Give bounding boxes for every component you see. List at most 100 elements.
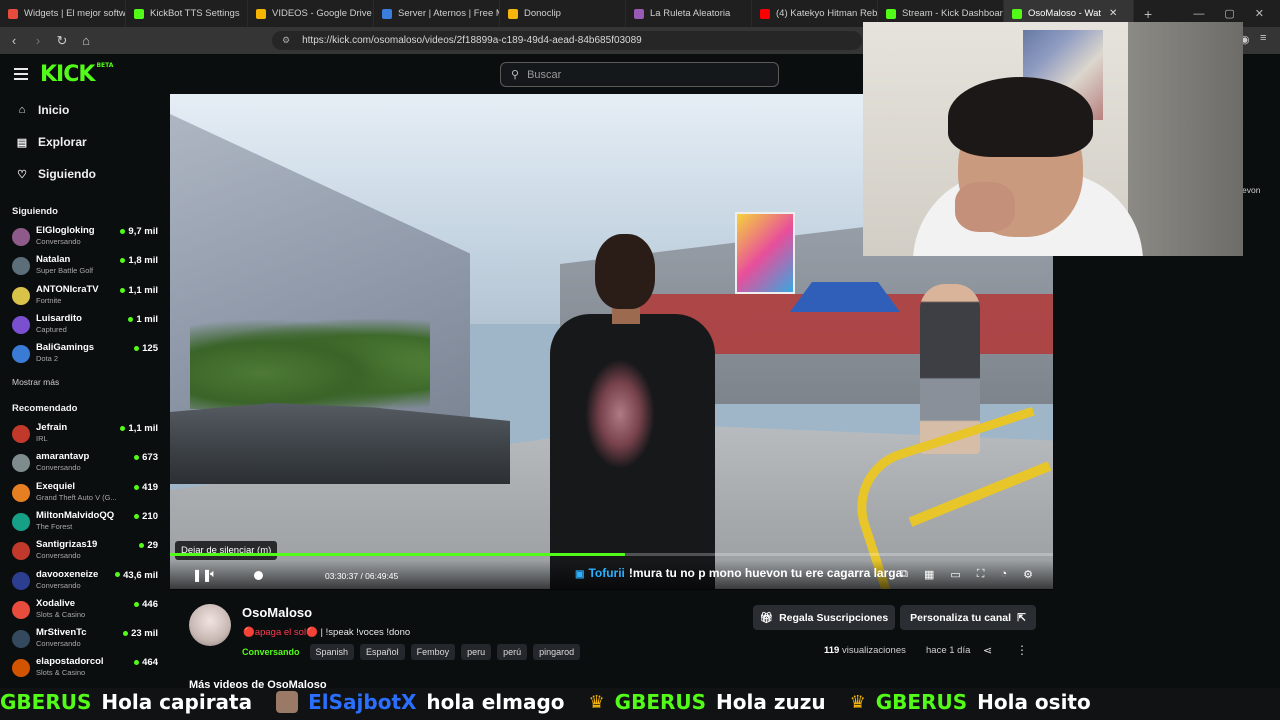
channel-category: Conversando [36, 580, 81, 590]
viewer-number: 125 [142, 343, 158, 355]
category-link[interactable]: Conversando [242, 644, 304, 660]
chat-badge-icon: ▣ [575, 569, 585, 580]
live-dot-icon [134, 455, 140, 461]
browser-tab[interactable]: Widgets | El mejor softwa [0, 0, 126, 27]
video-frame-shirt-print [585, 359, 655, 469]
viewer-count: 29 [139, 540, 158, 551]
channel-item[interactable]: Natalan Super Battle Golf 1,8 mil [12, 254, 162, 280]
channel-avatar [12, 512, 30, 531]
live-dot-icon [120, 287, 126, 293]
customize-channel-button[interactable]: Personaliza tu canal ⇱ [900, 605, 1036, 630]
tab-label: (4) Katekyo Hitman Rebo [776, 8, 878, 19]
ticker-message: Hola capirata [101, 690, 253, 714]
browser-tab[interactable]: KickBot TTS Settings [126, 0, 248, 27]
site-info-icon[interactable]: ⚙ [282, 35, 290, 46]
stream-tag[interactable]: Spanish [309, 644, 355, 660]
nav-siguiendo[interactable]: ♡ Siguiendo [14, 167, 96, 181]
speed-icon[interactable]: ◔ [1000, 568, 1007, 581]
fullscreen-icon[interactable]: ⛶ [977, 568, 985, 581]
sidebar: ⌂ Inicio ▤ Explorar ♡ Siguiendo Siguiend… [0, 94, 168, 690]
share-icon[interactable]: ⋖ [983, 644, 992, 657]
channel-item[interactable]: Luisardito Captured 1 mil [12, 313, 162, 339]
tab-favicon-icon [256, 8, 266, 19]
published-time: hace 1 día [926, 645, 971, 656]
progress-bar[interactable] [170, 553, 1053, 556]
settings-icon[interactable]: ⚙ [1023, 568, 1033, 581]
maximize-icon[interactable]: ▢ [1224, 7, 1234, 20]
channel-item[interactable]: amarantavp Conversando 673 [12, 451, 162, 477]
viewer-number: 673 [142, 452, 158, 464]
url-text: https://kick.com/osomaloso/videos/2f1889… [302, 35, 642, 46]
volume-icon[interactable]: 🔈︎ [210, 568, 217, 581]
nav-inicio[interactable]: ⌂ Inicio [14, 103, 70, 117]
channel-item[interactable]: MrStivenTc Conversando 23 mil [12, 627, 162, 653]
webcam-hand [955, 182, 1015, 232]
show-more-link[interactable]: Mostrar más [12, 377, 59, 387]
channel-item[interactable]: ElGlogloking Conversando 9,7 mil [12, 225, 162, 251]
volume-slider-knob[interactable] [254, 571, 263, 580]
calendar-icon[interactable]: ▦ [924, 568, 934, 581]
browser-tab[interactable]: Donoclip [500, 0, 626, 27]
channel-item[interactable]: Jefrain IRL 1,1 mil [12, 422, 162, 448]
browser-tab[interactable]: La Ruleta Aleatoria [626, 0, 752, 27]
unmute-tooltip: Dejar de silenciar (m) [175, 541, 278, 560]
video-frame-trees [190, 319, 430, 409]
stream-tag[interactable]: Femboy [410, 644, 456, 660]
channel-avatar [12, 600, 30, 619]
reload-icon[interactable]: ↻ [52, 33, 72, 49]
hamburger-menu-icon[interactable] [14, 68, 28, 80]
channel-avatar [12, 228, 30, 246]
channel-item[interactable]: Santigrizas19 Conversando 29 [12, 539, 162, 565]
channel-item[interactable]: MiltonMalvidoQQ The Forest 210 [12, 510, 162, 536]
channel-item[interactable]: elapostadorcol Slots & Casino 464 [12, 656, 162, 682]
new-tab-button[interactable]: + [1134, 6, 1162, 22]
forward-icon[interactable]: › [28, 33, 48, 48]
stream-tag[interactable]: Español [360, 644, 405, 660]
ticker-username: GBERUS [0, 690, 92, 714]
browser-tab[interactable]: VIDEOS - Google Drive [248, 0, 374, 27]
customize-label: Personaliza tu canal [910, 611, 1012, 624]
theater-mode-icon[interactable]: ▭ [950, 568, 960, 581]
gift-subs-button[interactable]: 🎁︎ Regala Suscripciones [753, 605, 895, 630]
more-options-icon[interactable]: ⋮ [1016, 643, 1028, 657]
channel-item[interactable]: ANTONIcraTV Fortnite 1,1 mil [12, 284, 162, 310]
menu-icon[interactable]: ≡ [1260, 32, 1266, 44]
stream-tag[interactable]: peru [461, 644, 492, 660]
close-window-icon[interactable]: ✕ [1255, 7, 1264, 20]
channel-avatar[interactable] [189, 604, 231, 646]
search-placeholder: Buscar [527, 68, 562, 81]
channel-item[interactable]: davooxeneize Conversando 43,6 mil [12, 569, 162, 595]
nav-label: Explorar [38, 135, 87, 149]
tab-label: VIDEOS - Google Drive [272, 8, 372, 19]
crown-icon: ♛ [849, 691, 866, 713]
channel-item[interactable]: Exequiel Grand Theft Auto V (G... 419 [12, 481, 162, 507]
channel-item[interactable]: Xodalive Slots & Casino 446 [12, 598, 162, 624]
home-icon[interactable]: ⌂ [76, 33, 96, 48]
channel-category: Dota 2 [36, 354, 59, 364]
viewer-count: 210 [134, 511, 158, 522]
channel-name: Xodalive [36, 597, 76, 609]
close-tab-icon[interactable]: ✕ [1109, 8, 1117, 19]
tab-label: La Ruleta Aleatoria [650, 8, 731, 19]
nav-explorar[interactable]: ▤ Explorar [14, 135, 87, 149]
browser-tab[interactable]: (4) Katekyo Hitman Rebo [752, 0, 878, 27]
live-dot-icon [120, 258, 126, 264]
minimize-icon[interactable]: — [1193, 8, 1204, 20]
url-field[interactable]: ⚙ https://kick.com/osomaloso/videos/2f18… [272, 31, 862, 50]
search-input[interactable]: ⚲ Buscar [500, 62, 779, 87]
stream-tag[interactable]: perú [497, 644, 528, 660]
clip-icon[interactable]: ⧉ [900, 568, 908, 581]
channel-avatar [12, 286, 30, 305]
browser-tab[interactable]: Server | Aternos | Free Mi [374, 0, 500, 27]
channel-name: Santigrizas19 [36, 539, 98, 551]
webcam-hair [948, 77, 1093, 157]
compass-icon: ▤ [16, 136, 28, 149]
channel-item[interactable]: BaliGamings Dota 2 125 [12, 342, 162, 368]
stream-tag[interactable]: pingarod [533, 644, 581, 660]
video-frame-person [550, 234, 740, 589]
channel-name[interactable]: OsoMaloso [242, 605, 312, 620]
chat-ticker-row: GBERUS Hola capirata ElSajbotX hola elmago ♛… [0, 690, 1105, 714]
kick-logo[interactable]: KICK BETA [40, 62, 113, 87]
back-icon[interactable]: ‹ [4, 33, 24, 48]
channel-category: Slots & Casino [36, 668, 86, 678]
